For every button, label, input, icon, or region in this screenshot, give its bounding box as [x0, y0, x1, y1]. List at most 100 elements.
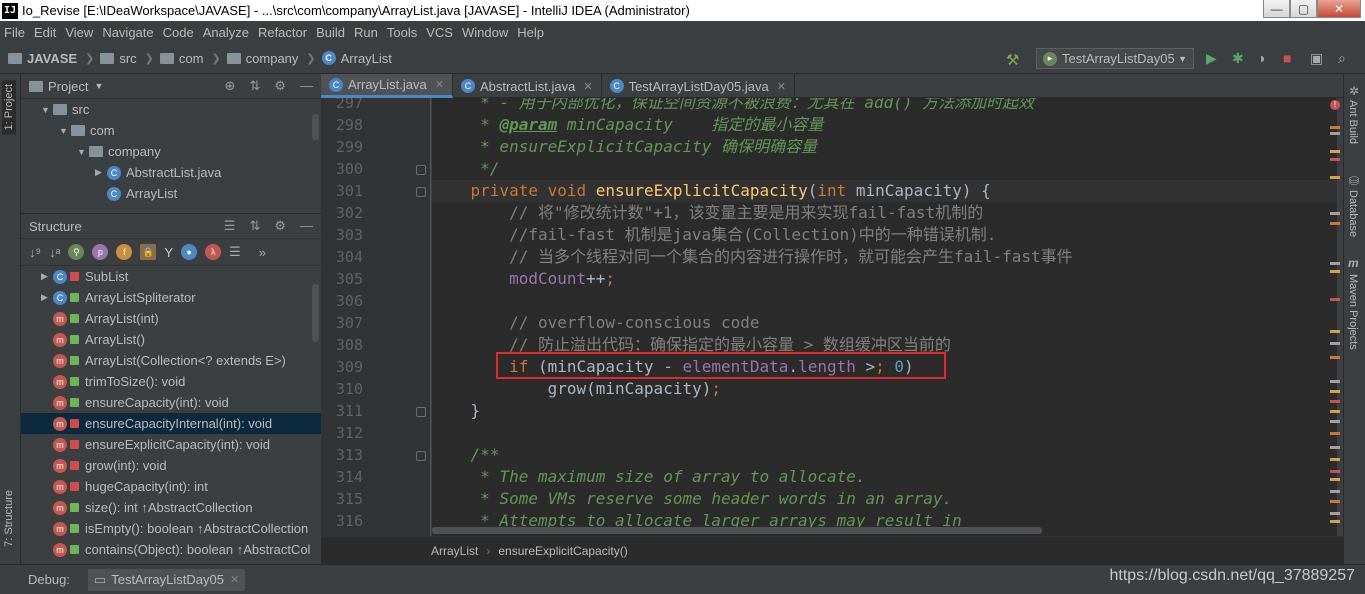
error-stripe-marker[interactable]	[1330, 212, 1340, 215]
editor-tab[interactable]: C AbstractList.java ✕	[453, 74, 602, 98]
structure-item[interactable]: m hugeCapacity(int): int	[21, 476, 321, 497]
debug-bug-icon[interactable]: ✱	[1232, 50, 1244, 67]
code-line[interactable]: // 将"修改统计数"+1，该变量主要是用来实现fail-fast机制的	[432, 202, 983, 224]
project-scrollbar[interactable]	[312, 114, 319, 140]
error-stripe-marker[interactable]	[1330, 132, 1340, 135]
code-line[interactable]: }	[432, 400, 481, 422]
error-stripe-marker[interactable]	[1330, 126, 1340, 129]
error-stripe-marker[interactable]	[1330, 356, 1340, 359]
gear-icon[interactable]: ⚙	[274, 78, 286, 94]
target-icon[interactable]: ⊕	[225, 78, 236, 94]
expand-arrow-icon[interactable]: ▼	[41, 105, 53, 115]
show-inherited-icon[interactable]: ⚲	[68, 244, 85, 260]
error-stripe-marker[interactable]	[1330, 342, 1340, 345]
menu-navigate[interactable]: Navigate	[102, 25, 153, 40]
structure-item[interactable]: m grow(int): void	[21, 455, 321, 476]
lambda-icon[interactable]: λ	[205, 244, 222, 260]
maximize-button[interactable]: ▢	[1290, 0, 1317, 18]
editor-horizontal-scrollbar[interactable]	[432, 527, 1042, 534]
error-stripe-marker[interactable]	[1330, 298, 1340, 301]
menu-run[interactable]: Run	[354, 25, 378, 40]
menu-vcs[interactable]: VCS	[426, 25, 453, 40]
close-icon[interactable]: ✕	[230, 573, 239, 586]
error-stripe-marker[interactable]	[1330, 262, 1340, 265]
show-properties-icon[interactable]: p	[92, 244, 109, 260]
error-stripe-marker[interactable]	[1330, 458, 1340, 461]
breadcrumb-com[interactable]: com ❯	[159, 51, 227, 66]
code-line[interactable]: // overflow-conscious code	[432, 312, 759, 334]
menu-refactor[interactable]: Refactor	[258, 25, 307, 40]
code-line[interactable]: /**	[432, 444, 500, 466]
expand-arrow-icon[interactable]: ▶	[41, 292, 53, 303]
error-stripe-marker[interactable]	[1330, 400, 1340, 403]
menu-tools[interactable]: Tools	[387, 25, 417, 40]
menu-window[interactable]: Window	[462, 25, 508, 40]
error-stripe-marker[interactable]	[1330, 380, 1340, 383]
project-panel-title[interactable]: Project	[48, 79, 88, 94]
code-line[interactable]: * - 用于内部优化，保证空间资源不被浪费：尤其在 add() 方法添加时起效	[432, 98, 1034, 114]
debug-session-tab[interactable]: ▭ TestArrayListDay05 ✕	[87, 568, 246, 591]
error-stripe-marker[interactable]	[1330, 150, 1340, 153]
error-stripe-marker[interactable]	[1330, 478, 1340, 481]
error-stripe-marker[interactable]	[1330, 520, 1340, 523]
run-icon[interactable]: ▶	[1206, 50, 1217, 67]
close-tab-icon[interactable]: ✕	[583, 80, 592, 93]
menu-code[interactable]: Code	[163, 25, 194, 40]
error-stripe-marker[interactable]	[1330, 158, 1340, 161]
collapse-all-icon[interactable]: ⇅	[249, 218, 260, 234]
error-indicator-icon[interactable]: !	[1330, 100, 1340, 110]
structure-item[interactable]: m isEmpty(): boolean ↑AbstractCollection	[21, 518, 321, 539]
expand-all-icon[interactable]: ☰	[224, 218, 236, 234]
structure-item[interactable]: ▶ C SubList	[21, 266, 321, 287]
structure-item[interactable]: m ensureCapacityInternal(int): void	[21, 413, 321, 434]
structure-item[interactable]: m size(): int ↑AbstractCollection	[21, 497, 321, 518]
autoscroll-icon[interactable]: ☰	[229, 244, 241, 260]
hide-icon[interactable]: —	[300, 78, 313, 94]
code-line[interactable]: */	[432, 158, 499, 180]
project-structure-icon[interactable]: ▣	[1310, 50, 1323, 67]
stop-icon[interactable]: ■	[1283, 50, 1291, 66]
search-everywhere-icon[interactable]: ⌕	[1338, 50, 1346, 67]
code-line[interactable]: * Some VMs reserve some header words in …	[432, 488, 952, 510]
project-tool-tab[interactable]: 1: Project	[2, 80, 16, 135]
menu-view[interactable]: View	[65, 25, 93, 40]
show-non-public-icon[interactable]: 🔒	[140, 244, 157, 260]
structure-item[interactable]: m contains(Object): boolean ↑AbstractCol	[21, 539, 321, 560]
code-line[interactable]: private void ensureExplicitCapacity(int …	[432, 180, 1337, 202]
error-stripe-marker[interactable]	[1330, 446, 1340, 449]
editor-tab[interactable]: C TestArrayListDay05.java ✕	[602, 74, 795, 98]
error-stripe-marker[interactable]	[1330, 176, 1340, 179]
code-line[interactable]: //fail-fast 机制是java集合(Collection)中的一种错误机…	[432, 224, 996, 246]
structure-scrollbar[interactable]	[312, 284, 319, 342]
structure-item[interactable]: m ArrayList()	[21, 329, 321, 350]
database-tab[interactable]: Database	[1347, 190, 1359, 237]
show-lambdas-icon[interactable]: Y	[164, 245, 173, 260]
structure-item[interactable]: ▶ C ArrayListSpliterator	[21, 287, 321, 308]
error-stripe-marker[interactable]	[1330, 512, 1340, 515]
project-tree-item[interactable]: ▼ company	[21, 141, 321, 162]
menu-help[interactable]: Help	[517, 25, 544, 40]
more-icon[interactable]: »	[259, 245, 266, 260]
project-tree-item[interactable]: ▼ com	[21, 120, 321, 141]
gear-icon[interactable]: ⚙	[274, 218, 286, 234]
error-stripe-marker[interactable]	[1330, 420, 1340, 423]
structure-item[interactable]: m trimToSize(): void	[21, 371, 321, 392]
code-line[interactable]: grow(minCapacity);	[432, 378, 721, 400]
sort-alpha-icon[interactable]: ↓ᵃ	[49, 245, 60, 260]
error-stripe-marker[interactable]	[1330, 222, 1340, 225]
breadcrumb-method[interactable]: ensureExplicitCapacity()	[498, 544, 627, 558]
build-hammer-icon[interactable]: ⚒	[1006, 51, 1019, 69]
error-stripe-marker[interactable]	[1330, 500, 1340, 503]
structure-item[interactable]: m ArrayList(int)	[21, 308, 321, 329]
code-line[interactable]: * ensureExplicitCapacity 确保明确容量	[432, 136, 817, 158]
fold-marker-icon[interactable]	[416, 187, 426, 197]
error-stripe-marker[interactable]	[1330, 490, 1340, 493]
breadcrumb-arraylist[interactable]: C ArrayList	[321, 51, 392, 66]
breadcrumb-src[interactable]: src ❯	[100, 51, 160, 66]
chevron-down-icon[interactable]: ▼	[94, 81, 103, 91]
code-line[interactable]: // 当多个线程对同一个集合的内容进行操作时，就可能会产生fail-fast事件	[432, 246, 1073, 268]
menu-build[interactable]: Build	[316, 25, 345, 40]
anonymous-classes-icon[interactable]: ●	[181, 244, 198, 260]
error-stripe-marker[interactable]	[1330, 330, 1340, 333]
close-tab-icon[interactable]: ✕	[777, 80, 786, 93]
